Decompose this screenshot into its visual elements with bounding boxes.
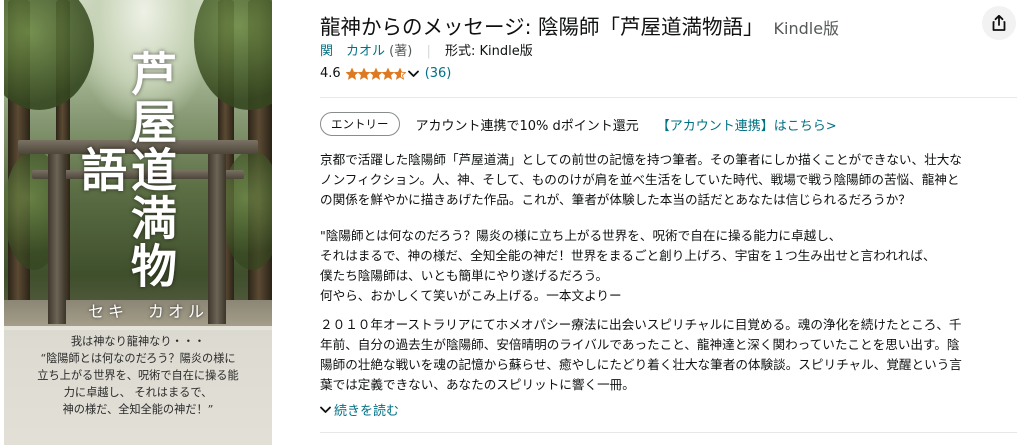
description-line: それはまるで、神の様だ、全知全能の神だ！世界をまるごと創り上げろ、宇宙を１つ生み… — [320, 248, 936, 263]
promo-row: エントリー アカウント連携で10% dポイント還元 【アカウント連携】はこちら> — [320, 111, 837, 137]
description-line: ノンフィクション。人、神、そして、もののけが肩を並べ生活をしていた時代、戦場で戦… — [320, 172, 960, 187]
description-line: 京都で活躍した陰陽師「芦屋道満」としての前世の記憶を持つ筆者。その筆者にしか描く… — [320, 152, 962, 167]
star-icon — [345, 67, 358, 80]
share-button[interactable] — [982, 6, 1016, 40]
share-icon — [992, 14, 1006, 31]
cover-title: 芦屋道満物語 — [74, 50, 178, 290]
star-icon — [381, 67, 394, 80]
rating-value: 4.6 — [320, 66, 341, 81]
description-paragraph: ２０１０年オーストラリアにてホメオパシー療法に出会いスピリチャルに目覚める。魂の… — [320, 315, 1020, 395]
divider — [320, 432, 1017, 433]
torii-right-post — [208, 154, 226, 324]
description-line: 葉では定義できない、あなたのスピリットに響く一冊。 — [320, 377, 635, 392]
description-line: 陽師の壮絶な戦いを魂の記憶から蘇らせ、癒やしにたどり着く壮大な筆者の体験談。スピ… — [320, 357, 962, 372]
description-line: 年前、自分の過去生が陰陽師、安倍晴明のライバルであったこと、龍神達と深く関わって… — [320, 337, 960, 352]
read-more-link[interactable]: 続きを読む — [320, 400, 399, 419]
cover-blurb-line: 立ち上がる世界を、呪術で自在に操る能 — [37, 369, 239, 382]
read-more-label: 続きを読む — [334, 404, 400, 419]
rating-row: 4.6 (36) — [320, 66, 451, 81]
star-icon — [357, 67, 370, 80]
star-icon — [369, 67, 382, 80]
chevron-down-icon[interactable] — [407, 70, 419, 78]
description-line: 僕たち陰陽師は、いとも簡単にやり遂げるだろう。 — [320, 268, 609, 283]
description-paragraph: "陰陽師とは何なのだろう？陽炎の様に立ち上がる世界を、呪術で自在に操る能力に卓越… — [320, 226, 1020, 306]
byline-separator: | — [426, 44, 431, 59]
cover-blurb-line: 我は神なり龍神なり・・・ — [70, 335, 206, 348]
author-role: (著) — [389, 44, 413, 59]
author-link[interactable]: 関 カオル — [320, 44, 385, 59]
product-details: 龍神からのメッセージ: 陰陽師「芦屋道満物語」 Kindle版 関 カオル (著)… — [320, 0, 1024, 445]
byline: 関 カオル (著) | 形式: Kindle版 — [320, 40, 533, 59]
title-row: 龍神からのメッセージ: 陰陽師「芦屋道満物語」 Kindle版 — [320, 10, 980, 40]
divider — [320, 97, 1017, 98]
description-paragraph: 京都で活躍した陰陽師「芦屋道満」としての前世の記憶を持つ筆者。その筆者にしか描く… — [320, 150, 1020, 210]
account-link[interactable]: 【アカウント連携】はこちら> — [657, 115, 837, 134]
cover-blurb-line: 力に卓越し、 それはまるで、 — [63, 386, 213, 399]
product-title: 龍神からのメッセージ: 陰陽師「芦屋道満物語」 — [320, 15, 764, 39]
description-line: ２０１０年オーストラリアにてホメオパシー療法に出会いスピリチャルに目覚める。魂の… — [320, 317, 962, 332]
cover-blurb-line: 神の様だ、全知全能の神だ！” — [62, 403, 214, 416]
entry-button[interactable]: エントリー — [320, 112, 400, 136]
description-line: "陰陽師とは何なのだろう？陽炎の様に立ち上がる世界を、呪術で自在に操る能力に卓越… — [320, 228, 842, 243]
book-cover[interactable]: 芦屋道満物語 セキ カオル 我は神なり龍神なり・・・ “陰陽師とは何なのだろう？… — [4, 0, 272, 445]
description-line: 何やら、おかしくて笑いがこみ上げる。一本文よりー — [320, 288, 622, 303]
promo-text: アカウント連携で10% dポイント還元 — [415, 118, 639, 134]
cover-author: セキ カオル — [88, 302, 209, 321]
torii-left-post — [48, 154, 66, 324]
chevron-down-icon — [320, 406, 331, 413]
rating-count-link[interactable]: (36) — [425, 66, 452, 81]
format-label: 形式: Kindle版 — [444, 44, 533, 59]
star-icon — [393, 67, 406, 80]
format-tag: Kindle版 — [773, 19, 840, 38]
description-line: の関係を鮮やかに描きあげた作品。これが、筆者が体験した本当の話だとあなたは信じら… — [320, 192, 911, 207]
cover-blurb: 我は神なり龍神なり・・・ “陰陽師とは何なのだろう？陽炎の様に 立ち上がる世界を… — [4, 326, 272, 445]
star-rating[interactable] — [345, 67, 406, 80]
cover-blurb-line: “陰陽師とは何なのだろう？陽炎の様に — [40, 352, 236, 365]
